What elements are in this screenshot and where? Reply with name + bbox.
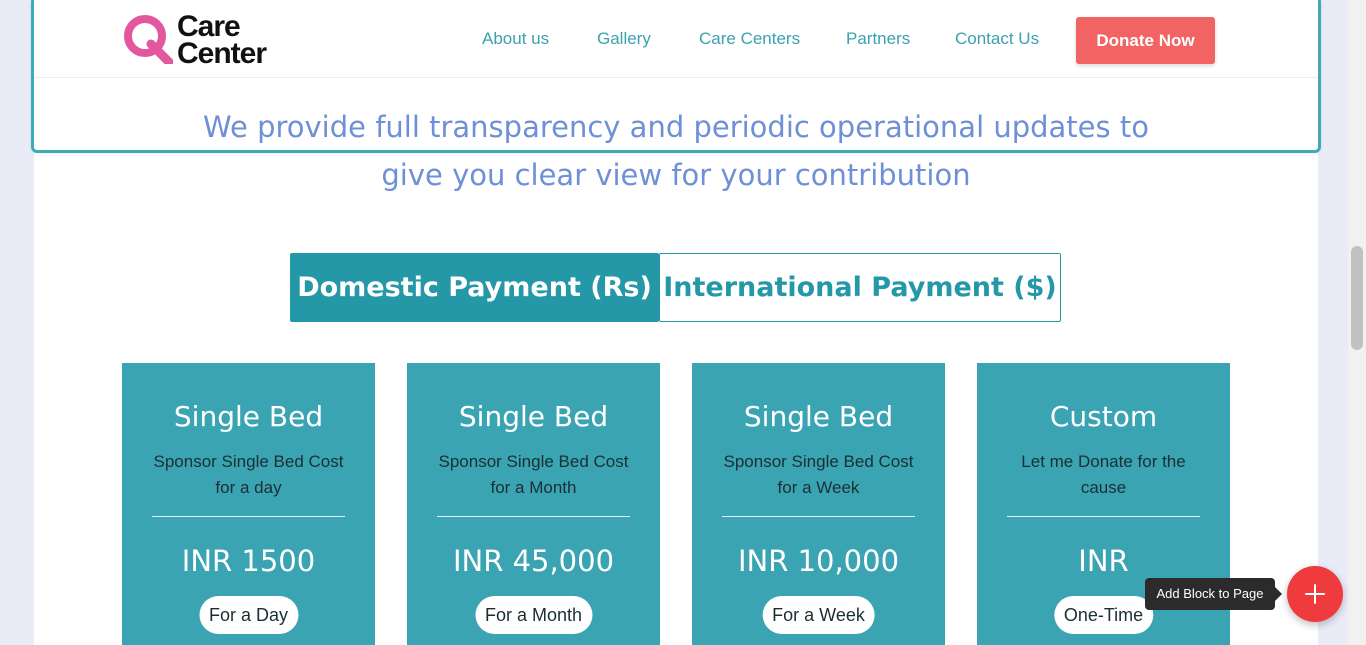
card-title: Single Bed bbox=[173, 400, 324, 433]
nav-care-centers[interactable]: Care Centers bbox=[699, 29, 800, 49]
card-period-badge[interactable]: One-Time bbox=[1053, 596, 1154, 634]
navbar: Care Center About us Gallery Care Center… bbox=[34, 0, 1318, 78]
add-block-tooltip: Add Block to Page bbox=[1145, 578, 1282, 610]
card-description: Sponsor Single Bed Cost for a Week bbox=[723, 452, 914, 497]
card-description: Sponsor Single Bed Cost for a day bbox=[153, 452, 344, 497]
card-price: INR bbox=[1078, 544, 1129, 578]
nav-partners[interactable]: Partners bbox=[846, 29, 910, 49]
card-divider bbox=[1007, 516, 1200, 517]
plus-icon bbox=[1305, 584, 1325, 604]
logo-text: Care Center bbox=[177, 10, 267, 70]
card-description: Sponsor Single Bed Cost for a Month bbox=[438, 452, 629, 497]
logo[interactable]: Care Center bbox=[123, 11, 293, 69]
card-title: Custom bbox=[1049, 400, 1158, 433]
tab-domestic-payment[interactable]: Domestic Payment (Rs) bbox=[290, 253, 659, 322]
donate-now-button[interactable]: Donate Now bbox=[1076, 17, 1215, 64]
add-block-button[interactable] bbox=[1287, 566, 1343, 622]
card-price: INR 1500 bbox=[181, 544, 316, 578]
card-price: INR 10,000 bbox=[737, 544, 900, 578]
card-period-badge[interactable]: For a Week bbox=[762, 596, 875, 634]
nav-about-us[interactable]: About us bbox=[482, 29, 549, 49]
card-divider bbox=[722, 516, 915, 517]
nav-gallery[interactable]: Gallery bbox=[597, 29, 651, 49]
nav-contact-us[interactable]: Contact Us bbox=[955, 29, 1039, 49]
card-divider bbox=[437, 516, 630, 517]
logo-line-1: Care bbox=[177, 10, 241, 43]
donation-card-week[interactable]: Single Bed Sponsor Single Bed Cost for a… bbox=[692, 363, 945, 645]
card-title: Single Bed bbox=[458, 400, 609, 433]
card-title: Single Bed bbox=[743, 400, 894, 433]
donation-card-month[interactable]: Single Bed Sponsor Single Bed Cost for a… bbox=[407, 363, 660, 645]
card-price: INR 45,000 bbox=[452, 544, 615, 578]
scrollbar-thumb[interactable] bbox=[1351, 246, 1363, 350]
tab-international-payment[interactable]: International Payment ($) bbox=[659, 253, 1061, 322]
card-period-badge[interactable]: For a Month bbox=[474, 596, 593, 634]
page-scrollbar[interactable] bbox=[1348, 0, 1366, 645]
donation-card-day[interactable]: Single Bed Sponsor Single Bed Cost for a… bbox=[122, 363, 375, 645]
site-header: Care Center About us Gallery Care Center… bbox=[31, 0, 1321, 153]
card-description: Let me Donate for the cause bbox=[1021, 452, 1186, 497]
card-divider bbox=[152, 516, 345, 517]
logo-line-2: Center bbox=[177, 37, 267, 70]
tagline-line-2: give you clear view for your contributio… bbox=[381, 158, 971, 192]
card-period-badge[interactable]: For a Day bbox=[198, 596, 299, 634]
logo-q-icon bbox=[124, 15, 173, 64]
